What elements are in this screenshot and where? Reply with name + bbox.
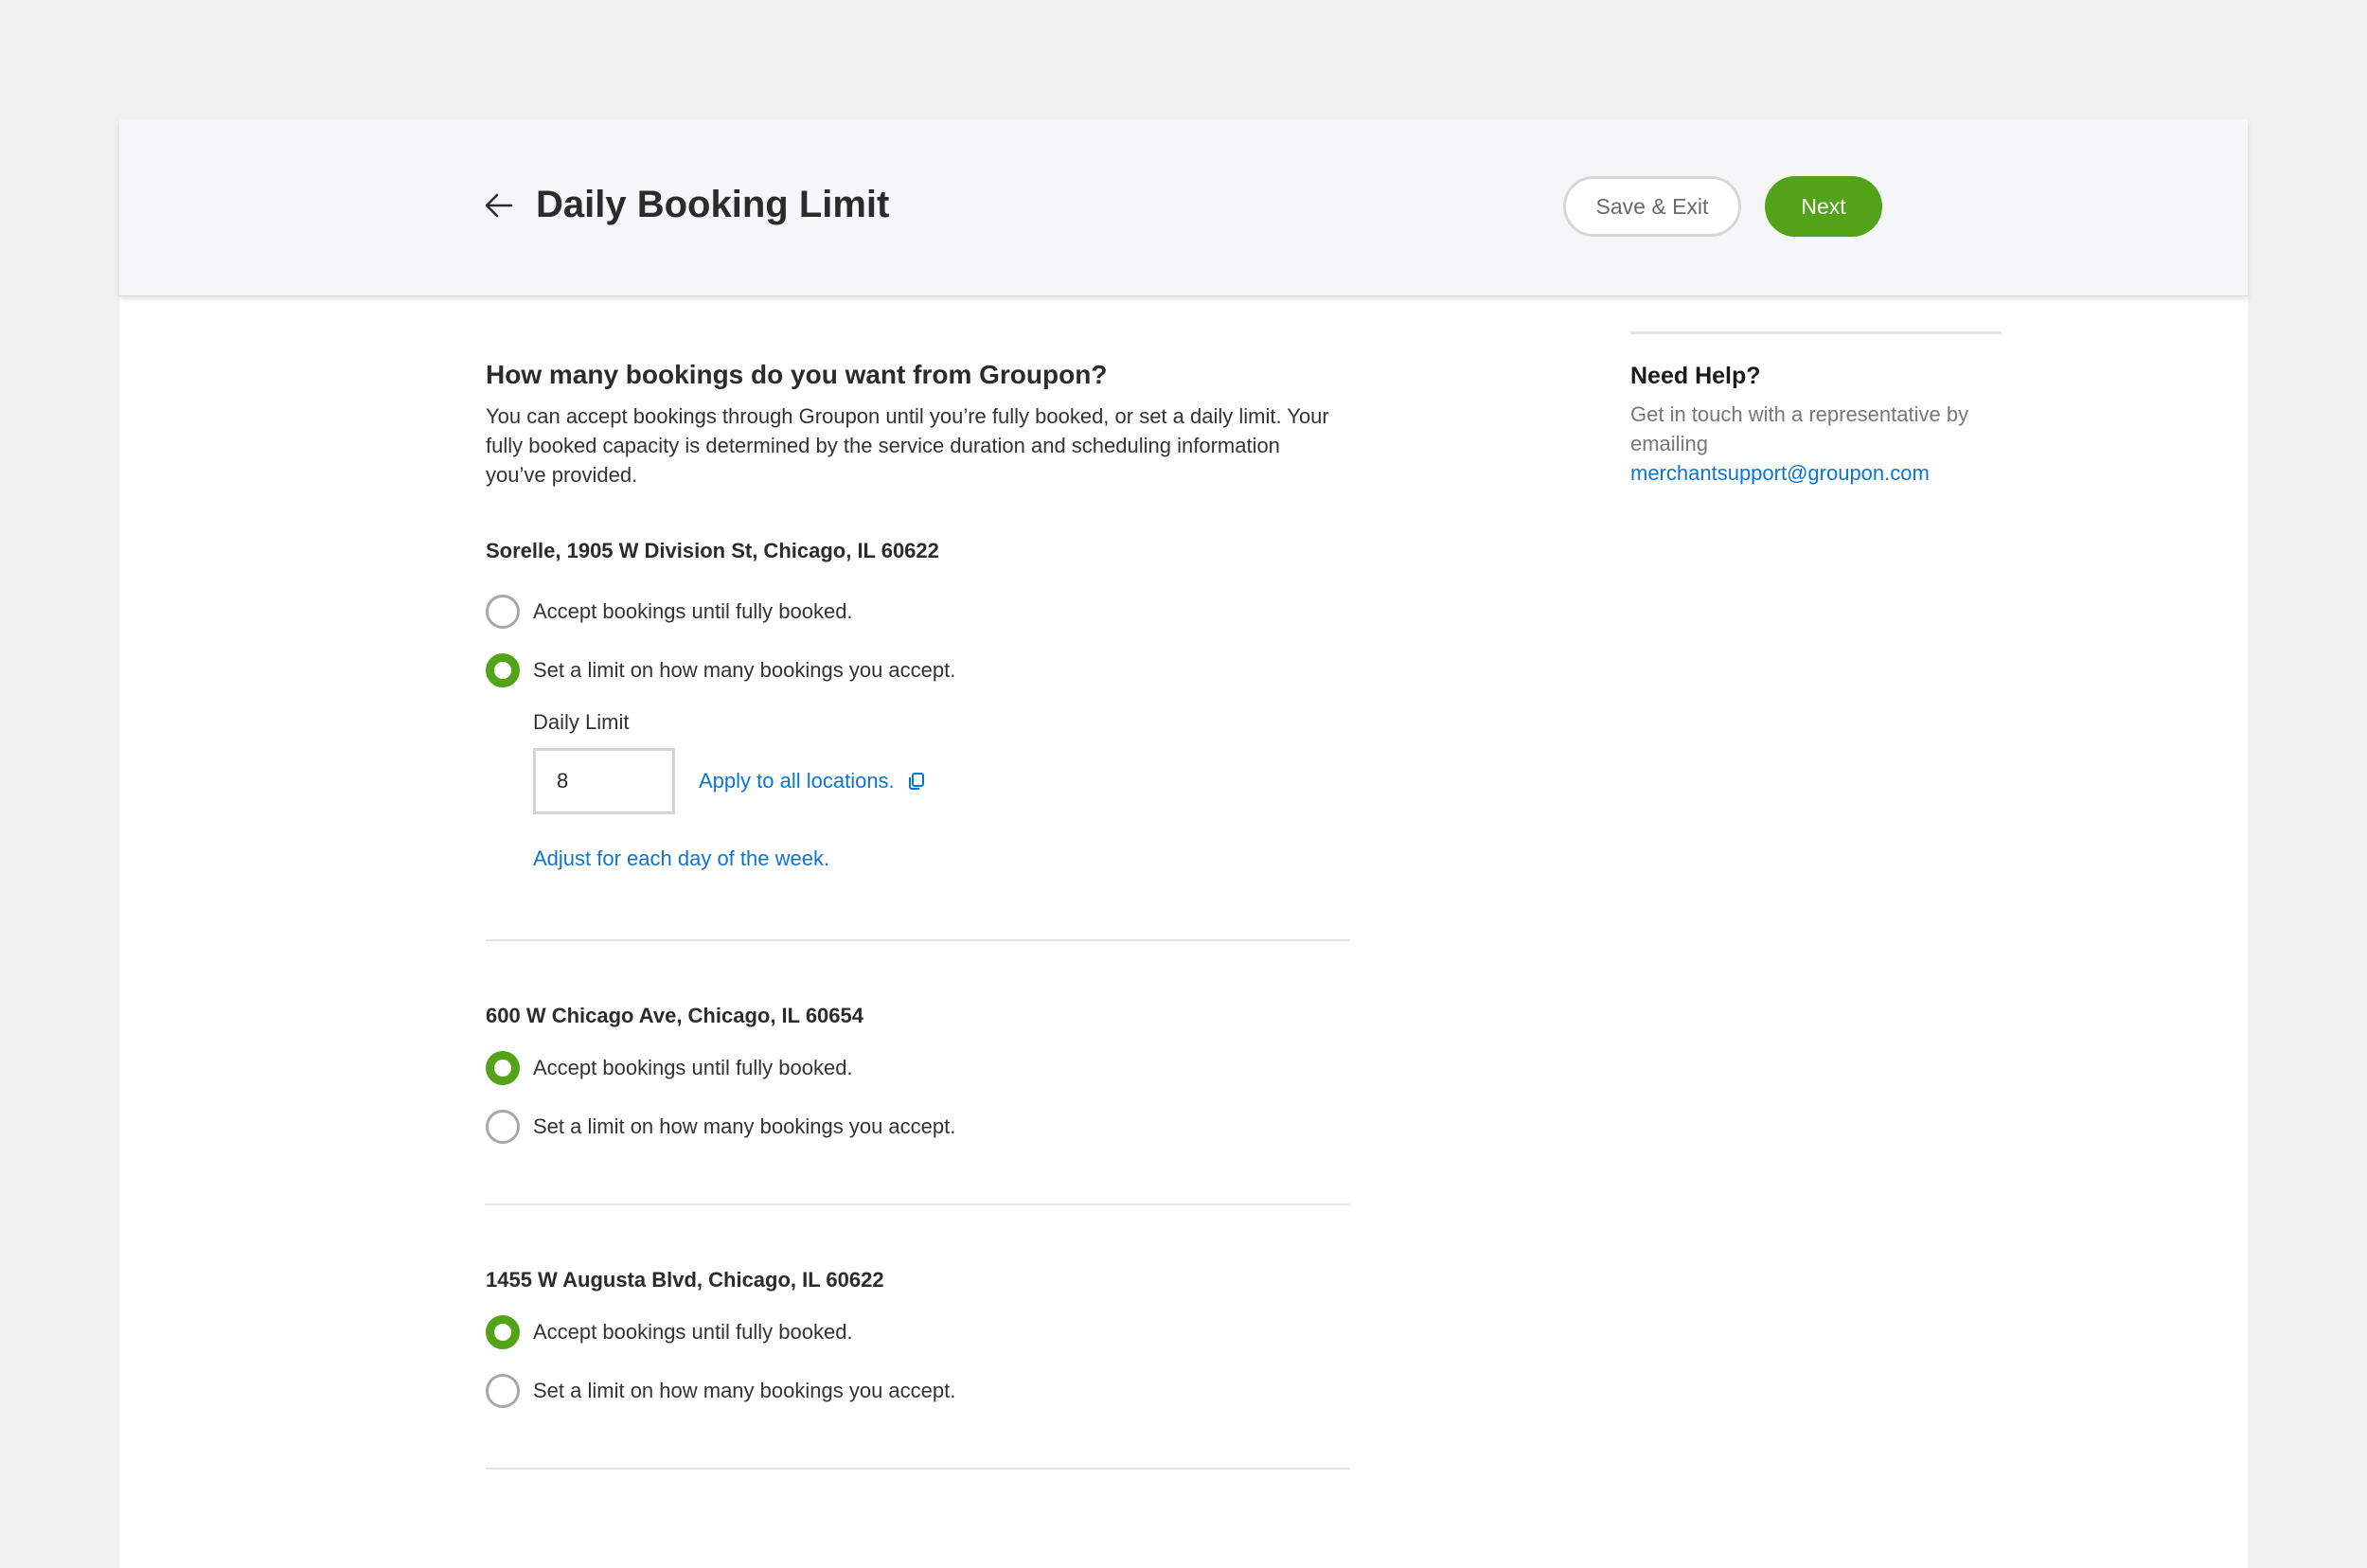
- help-panel: Need Help? Get in touch with a represent…: [1630, 331, 2002, 488]
- help-divider: [1630, 331, 2002, 334]
- help-text: Get in touch with a representative by em…: [1630, 402, 1969, 455]
- page-header: Daily Booking Limit Save & Exit Next: [119, 119, 2248, 296]
- help-title: Need Help?: [1630, 363, 1761, 389]
- daily-limit-label: Daily Limit: [533, 710, 630, 734]
- adjust-each-day-link[interactable]: Adjust for each day of the week.: [533, 846, 1350, 871]
- section-divider: [486, 939, 1350, 941]
- option-label: Accept bookings until fully booked.: [533, 1056, 853, 1079]
- option-fully-booked[interactable]: Accept bookings until fully booked.: [486, 1313, 1350, 1351]
- location-section: 600 W Chicago Ave, Chicago, IL 60654 Acc…: [486, 1002, 1350, 1205]
- section-divider: [486, 1203, 1350, 1205]
- option-fully-booked[interactable]: Accept bookings until fully booked.: [486, 1049, 1350, 1087]
- booking-limit-card: Daily Booking Limit Save & Exit Next How…: [119, 119, 2248, 1568]
- option-set-limit[interactable]: Set a limit on how many bookings you acc…: [486, 1372, 1350, 1410]
- radio-button-unselected[interactable]: [486, 1110, 520, 1144]
- option-set-limit[interactable]: Set a limit on how many bookings you acc…: [486, 651, 1350, 689]
- location-section: Sorelle, 1905 W Division St, Chicago, IL…: [486, 537, 1350, 941]
- option-fully-booked[interactable]: Accept bookings until fully booked.: [486, 593, 1350, 631]
- main-content: How many bookings do you want from Group…: [486, 356, 1350, 1470]
- page-title: Daily Booking Limit: [536, 184, 890, 225]
- radio-button-unselected[interactable]: [486, 1374, 520, 1408]
- apply-all-label: Apply to all locations.: [699, 769, 895, 793]
- daily-limit-row: Apply to all locations.: [533, 748, 1350, 814]
- support-email-link[interactable]: merchantsupport@groupon.com: [1630, 458, 2002, 488]
- location-title: Sorelle, 1905 W Division St, Chicago, IL…: [486, 539, 939, 562]
- option-label: Accept bookings until fully booked.: [533, 599, 853, 623]
- daily-limit-block: Daily Limit Apply to all locations. Adju…: [533, 708, 1350, 871]
- option-label: Set a limit on how many bookings you acc…: [533, 1114, 956, 1138]
- location-title: 1455 W Augusta Blvd, Chicago, IL 60622: [486, 1268, 884, 1292]
- option-set-limit[interactable]: Set a limit on how many bookings you acc…: [486, 1108, 1350, 1146]
- next-button[interactable]: Next: [1765, 176, 1882, 237]
- radio-button-selected[interactable]: [486, 1051, 520, 1085]
- option-label: Accept bookings until fully booked.: [533, 1320, 853, 1344]
- radio-button-selected[interactable]: [486, 653, 520, 687]
- question-heading: How many bookings do you want from Group…: [486, 360, 1108, 389]
- radio-button-selected[interactable]: [486, 1315, 520, 1349]
- copy-icon: [908, 773, 924, 790]
- radio-button-unselected[interactable]: [486, 595, 520, 629]
- intro-text: You can accept bookings through Groupon …: [486, 404, 1329, 487]
- location-section: 1455 W Augusta Blvd, Chicago, IL 60622 A…: [486, 1266, 1350, 1470]
- option-label: Set a limit on how many bookings you acc…: [533, 1379, 956, 1402]
- daily-limit-input[interactable]: [533, 748, 675, 814]
- apply-all-locations-link[interactable]: Apply to all locations.: [699, 769, 927, 793]
- option-label: Set a limit on how many bookings you acc…: [533, 658, 956, 682]
- back-arrow-icon[interactable]: [483, 189, 515, 222]
- save-exit-button[interactable]: Save & Exit: [1563, 176, 1741, 237]
- location-title: 600 W Chicago Ave, Chicago, IL 60654: [486, 1004, 863, 1027]
- section-divider: [486, 1468, 1350, 1470]
